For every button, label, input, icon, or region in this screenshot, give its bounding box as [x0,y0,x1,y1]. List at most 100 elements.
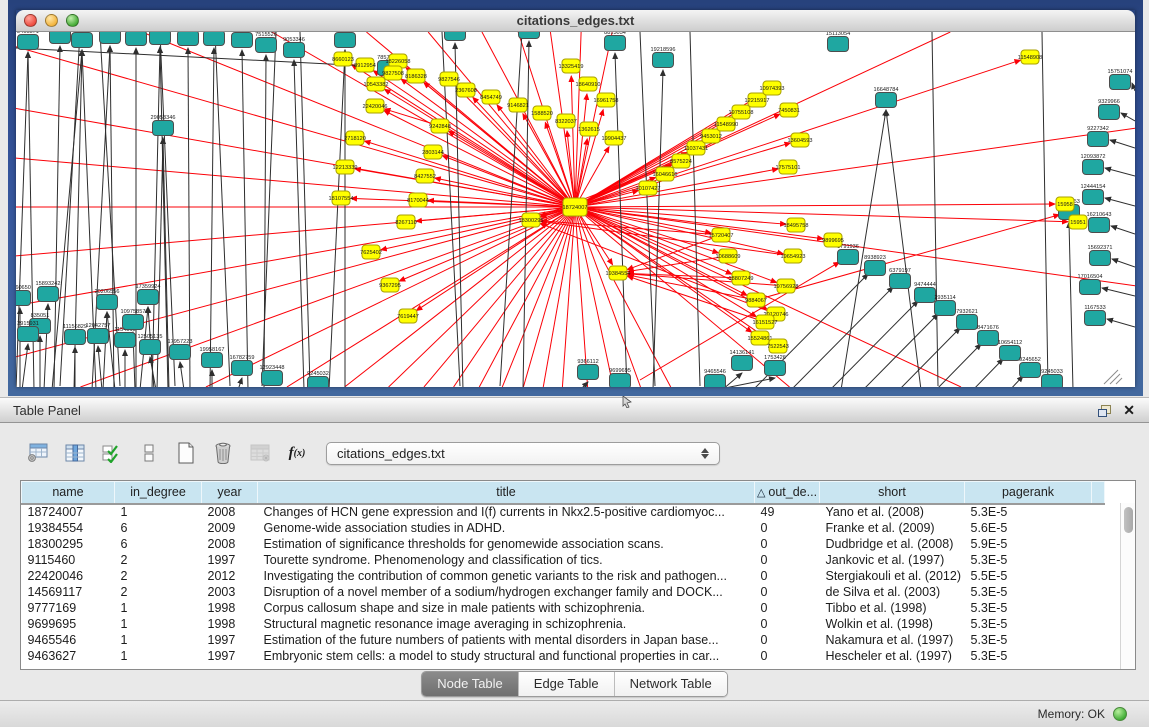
delete-table-disabled-icon[interactable] [248,440,272,466]
network-node-teal[interactable] [1083,190,1104,205]
network-node-label: 13325419 [559,64,584,70]
scrollbar-thumb[interactable] [1124,507,1133,533]
network-node-teal[interactable] [88,329,109,344]
network-node-teal[interactable] [232,33,253,48]
network-node-teal[interactable] [204,32,225,46]
network-node-teal[interactable] [262,371,283,386]
network-node-teal[interactable] [1085,311,1106,326]
tab-node-table[interactable]: Node Table [422,672,518,696]
network-node-teal[interactable] [153,121,174,136]
network-node-teal[interactable] [732,356,753,371]
table-row[interactable]: 911546021997Tourette syndrome. Phenomeno… [22,552,1105,568]
column-header-pagerank[interactable]: pagerank [965,482,1092,504]
network-node-teal[interactable] [256,38,277,53]
table-row[interactable]: 1872400712008Changes of HCN gene express… [22,504,1105,520]
network-canvas[interactable]: 2405571889406730691406189437711065525715… [16,32,1135,387]
network-node-teal[interactable] [38,287,59,302]
table-vertical-scrollbar[interactable] [1120,503,1135,669]
table-row[interactable]: 946554611997Estimation of the future num… [22,632,1105,648]
table-cell-filler [1092,616,1105,632]
network-node-teal[interactable] [838,250,859,265]
network-node-teal[interactable] [97,295,118,310]
table-settings-icon[interactable] [26,440,50,466]
network-node-teal[interactable] [1110,75,1131,90]
network-node-teal[interactable] [72,33,93,48]
delete-column-icon[interactable] [211,440,235,466]
column-header-name[interactable]: name [22,482,115,504]
network-node-teal[interactable] [232,361,253,376]
column-header-title[interactable]: title [258,482,755,504]
network-node-teal[interactable] [1020,363,1041,378]
network-node-teal[interactable] [16,291,31,306]
network-node-teal[interactable] [50,32,71,44]
network-node-teal[interactable] [123,315,144,330]
network-node-teal[interactable] [890,274,911,289]
network-node-label: 19958167 [200,347,225,353]
network-node-teal[interactable] [126,32,147,46]
select-column-icon[interactable] [63,440,87,466]
column-header-short[interactable]: short [820,482,965,504]
network-node-teal[interactable] [202,353,223,368]
column-header-year[interactable]: year [202,482,258,504]
network-node-teal[interactable] [519,32,540,39]
table-row[interactable]: 977716911998Corpus callosum shape and si… [22,600,1105,616]
close-panel-icon[interactable]: ✕ [1123,403,1135,417]
row-height-icon[interactable] [137,440,161,466]
table-row[interactable]: 1456911722003Disruption of a novel membe… [22,584,1105,600]
network-node-teal[interactable] [605,36,626,51]
network-node-teal[interactable] [765,361,786,376]
network-node-teal[interactable] [140,340,161,355]
network-node-teal[interactable] [1088,132,1109,147]
network-node-teal[interactable] [284,43,305,58]
network-node-teal[interactable] [138,290,159,305]
network-node-teal[interactable] [1089,218,1110,233]
network-node-teal[interactable] [1090,251,1111,266]
table-selector-combobox[interactable]: citations_edges.txt [326,442,720,465]
network-node-teal[interactable] [1099,105,1120,120]
network-node-teal[interactable] [705,375,726,388]
table-row[interactable]: 1938455462009Genome-wide association stu… [22,520,1105,536]
network-node-teal[interactable] [935,301,956,316]
network-node-teal[interactable] [150,32,171,45]
table-cell: 1997 [202,552,258,568]
network-node-teal[interactable] [1080,280,1101,295]
table-row[interactable]: 946362711997Embryonic stem cells: a mode… [22,648,1105,664]
function-builder-icon[interactable]: f(x) [285,440,309,466]
network-node-teal[interactable] [653,53,674,68]
column-header-in-degree[interactable]: in_degree [115,482,202,504]
network-node-teal[interactable] [308,377,329,388]
network-node-teal[interactable] [1083,160,1104,175]
float-panel-icon[interactable] [1098,405,1111,416]
network-node-teal[interactable] [178,32,199,46]
table-cell: Estimation of significance thresholds fo… [258,536,755,552]
network-node-teal[interactable] [978,331,999,346]
network-node-teal[interactable] [100,32,121,44]
network-window-titlebar[interactable]: citations_edges.txt [16,10,1135,32]
network-node-teal[interactable] [445,32,466,41]
column-header-out-de-[interactable]: △out_de... [755,482,820,504]
network-node-teal[interactable] [65,330,86,345]
tab-network-table[interactable]: Network Table [614,672,727,696]
network-node-teal[interactable] [18,35,39,50]
table-row[interactable]: 1830029562008Estimation of significance … [22,536,1105,552]
network-node-teal[interactable] [828,37,849,52]
table-cell: Disruption of a novel member of a sodium… [258,584,755,600]
network-node-teal[interactable] [1000,346,1021,361]
network-node-teal[interactable] [957,315,978,330]
network-node-label: 22420046 [363,104,388,110]
network-node-teal[interactable] [1042,375,1063,388]
select-rows-icon[interactable] [100,440,124,466]
table-row[interactable]: 2242004622012Investigating the contribut… [22,568,1105,584]
network-node-teal[interactable] [610,374,631,388]
network-node-teal[interactable] [170,345,191,360]
network-node-teal[interactable] [876,93,897,108]
network-node-teal[interactable] [865,261,886,276]
network-node-teal[interactable] [915,288,936,303]
tab-edge-table[interactable]: Edge Table [518,672,614,696]
network-node-teal[interactable] [335,33,356,48]
network-node-teal[interactable] [115,333,136,348]
new-column-icon[interactable] [174,440,198,466]
table-row[interactable]: 969969511998Structural magnetic resonanc… [22,616,1105,632]
network-node-teal[interactable] [18,327,39,342]
network-node-teal[interactable] [578,365,599,380]
